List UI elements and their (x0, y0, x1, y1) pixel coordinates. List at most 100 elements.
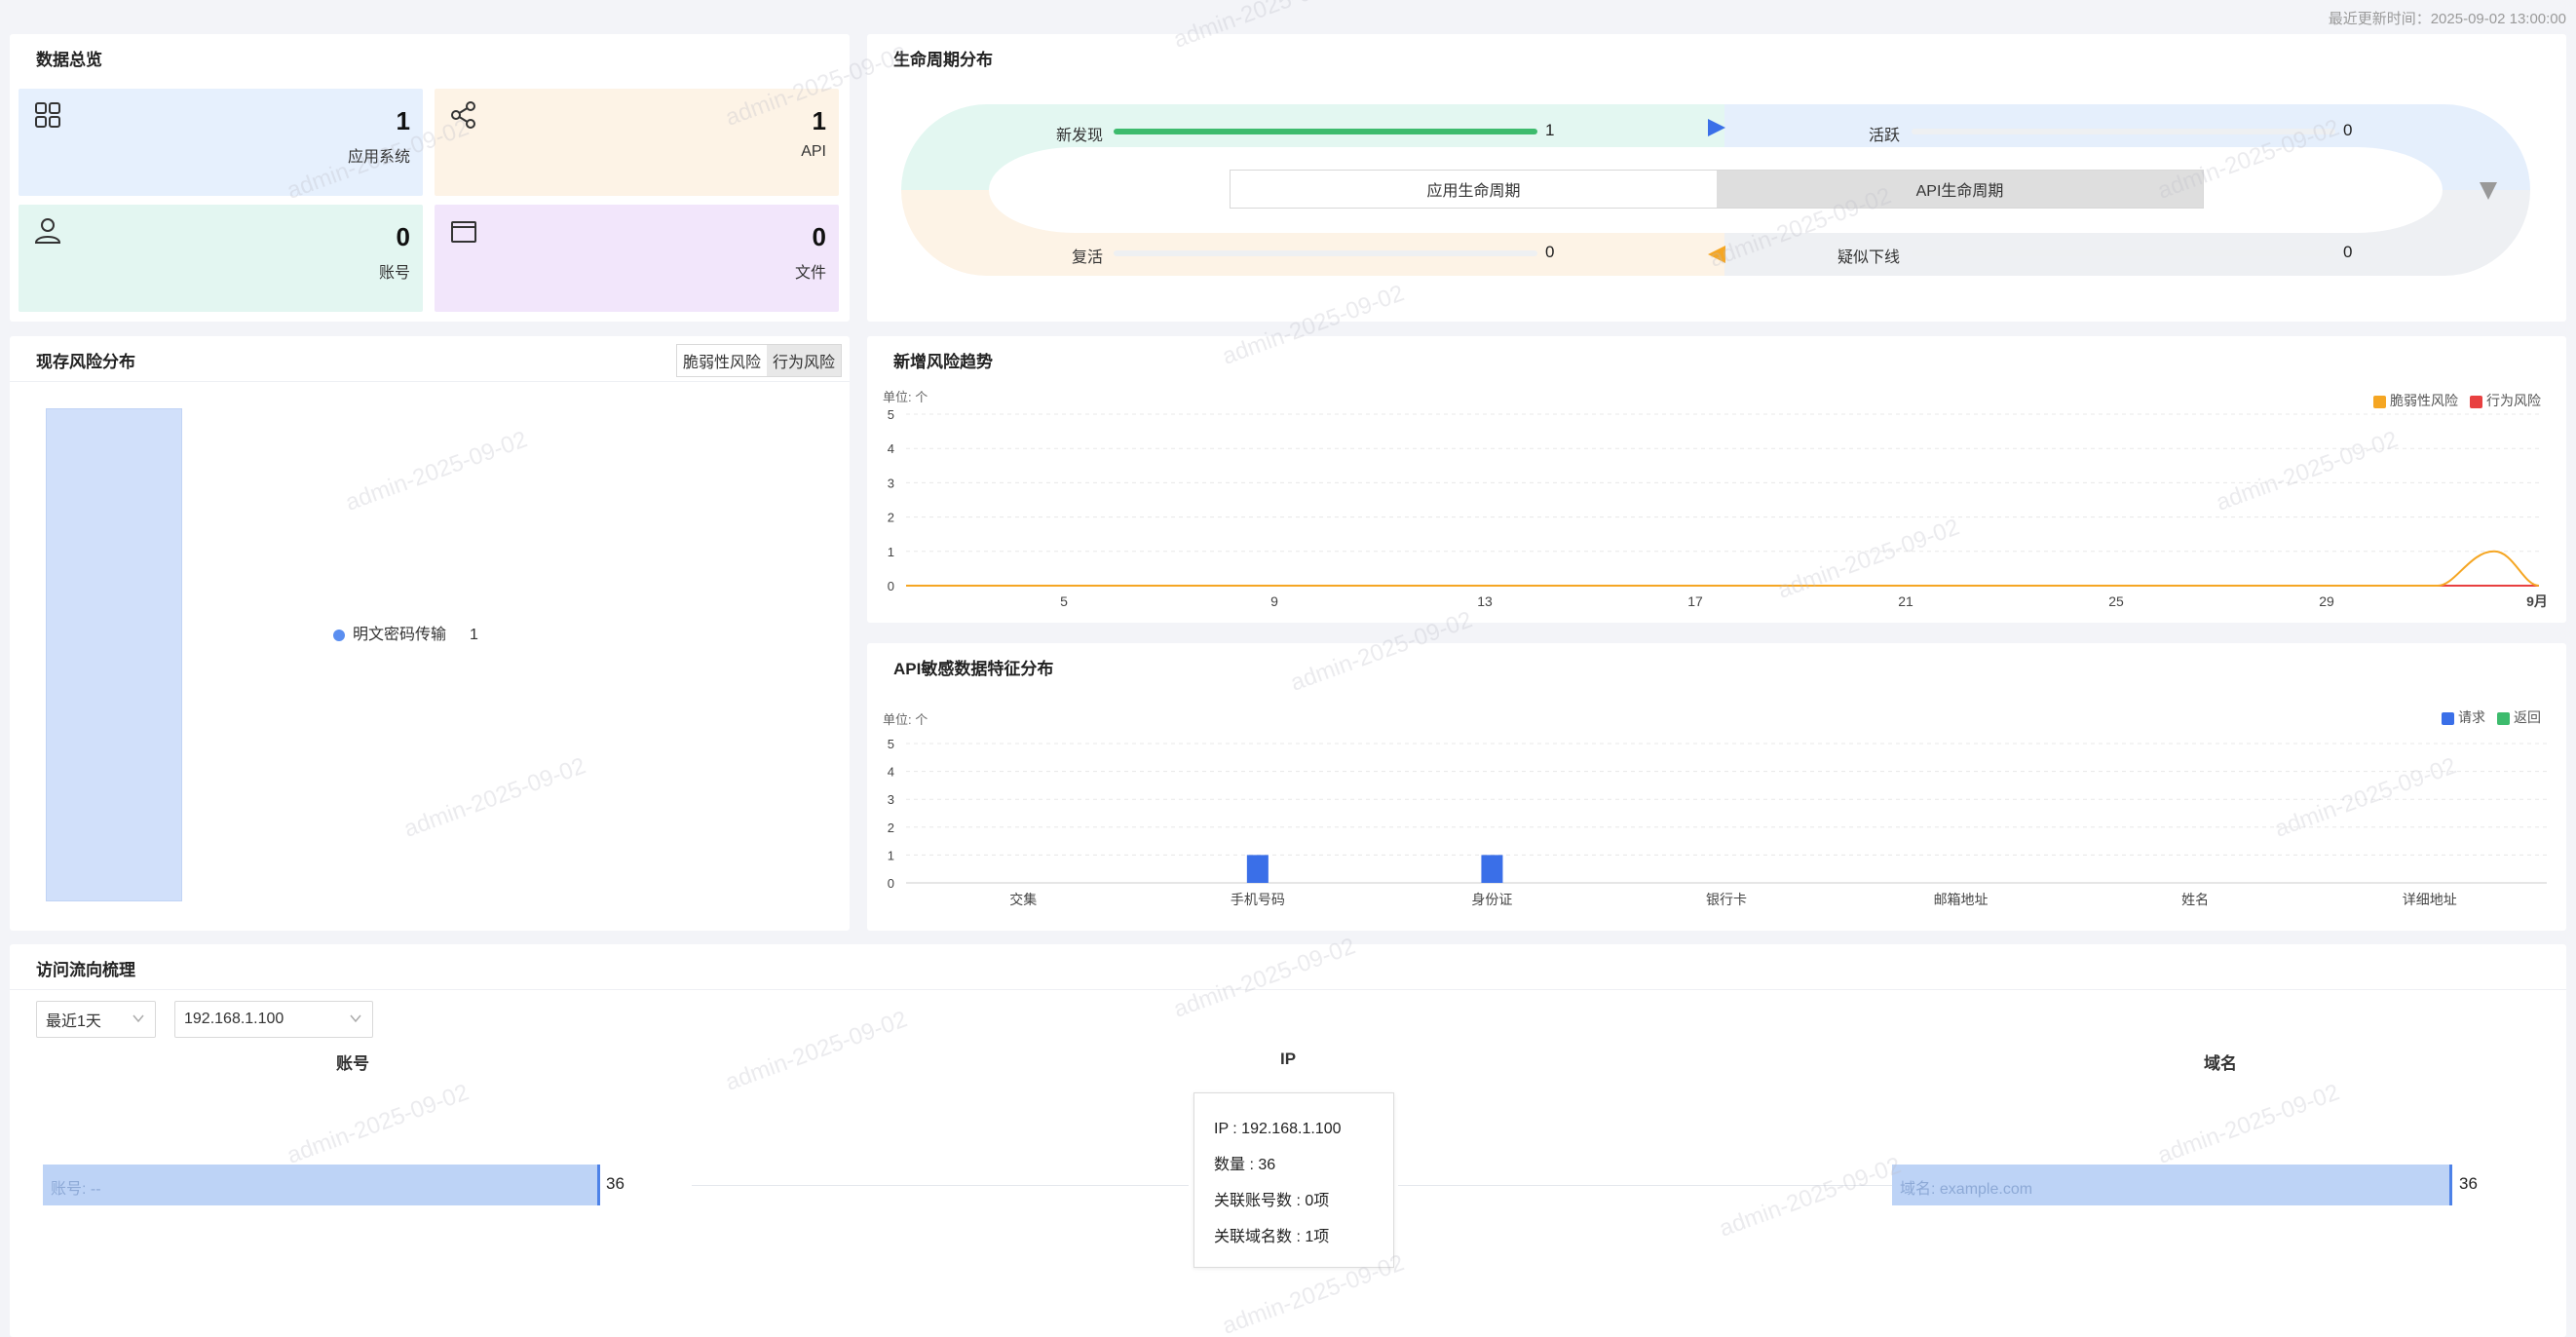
y-tick-label: 4 (888, 441, 894, 456)
y-tick-label: 3 (888, 476, 894, 490)
lifecycle-bar-revived (1114, 250, 1537, 256)
legend-dot (333, 629, 345, 641)
x-tick-label: 邮箱地址 (1934, 892, 1989, 907)
risk-legend-item[interactable]: 明文密码传输 1 (333, 621, 478, 644)
y-tick-label: 1 (888, 545, 894, 559)
x-tick-label: 银行卡 (1706, 892, 1747, 907)
trend-chart: 单位: 个 0 1 2 3 4 5 5 9 13 17 21 25 29 9月 (883, 390, 2548, 609)
lifecycle-label-offline: 疑似下线 (1837, 249, 1901, 266)
overview-label: API (801, 143, 826, 160)
series-line-vulnerability (906, 550, 2540, 587)
x-tick-label: 姓名 (2181, 892, 2209, 907)
risk-type-tabs[interactable]: 脆弱性风险 行为风险 (675, 344, 842, 377)
lifecycle-value-offline: 0 (2343, 243, 2353, 261)
overview-label: 账号 (378, 265, 410, 282)
bar-请求[interactable] (1481, 855, 1503, 883)
y-tick-label: 0 (888, 876, 894, 891)
lifecycle-bar-offline (1912, 250, 2335, 256)
risk-distribution-panel: 现存风险分布 脆弱性风险 行为风险 明文密码传输 1 (10, 336, 850, 931)
y-tick-label: 4 (888, 765, 894, 780)
overview-card-apps[interactable]: 1 应用系统 (19, 89, 423, 196)
time-range-select[interactable]: 最近1天 (36, 1001, 156, 1038)
x-tick-label: 9月 (2526, 593, 2548, 609)
ip-select[interactable]: 192.168.1.100 (174, 1001, 373, 1038)
x-tick-label: 13 (1477, 593, 1493, 609)
sensitive-chart: 单位: 个 0 1 2 3 4 5 交集 手机号码 身份证 银行卡 邮箱地址 姓名 详细地址 (883, 712, 2547, 907)
y-tick-label: 2 (888, 821, 894, 835)
grid-apps-icon (35, 102, 60, 128)
lifecycle-label-active: 活跃 (1869, 128, 1901, 144)
chevron-down-icon (133, 1014, 144, 1023)
lifecycle-value-active: 0 (2343, 121, 2353, 139)
lifecycle-value-revived: 0 (1545, 243, 1555, 261)
account-flow-bar[interactable]: 账号: -- (43, 1165, 600, 1205)
data-overview-panel: 数据总览 1 应用系统 1 API 0 账号 0 文件 (10, 34, 850, 322)
overview-count: 0 (396, 222, 410, 251)
time-range-value: 最近1天 (46, 1013, 101, 1030)
tab-vulnerability-risk[interactable]: 脆弱性风险 (676, 345, 767, 376)
legend-label: 明文密码传输 (353, 627, 447, 643)
arrow-right-icon (1708, 119, 1725, 136)
risk-bar[interactable] (46, 408, 182, 901)
overview-card-api[interactable]: 1 API (435, 89, 839, 196)
x-tick-label: 交集 (1009, 892, 1037, 907)
lifecycle-label-new: 新发现 (1056, 128, 1104, 144)
sensitive-data-panel: API敏感数据特征分布 请求 返回 单位: 个 0 1 2 3 4 5 交集 手机号码 身份证 银行… (867, 643, 2566, 931)
tab-api-lifecycle[interactable]: API生命周期 (1717, 171, 2203, 208)
tooltip-domain-count: 关联域名数 : 1项 (1214, 1229, 1330, 1245)
column-title-ip: IP (1280, 1050, 1297, 1068)
y-unit-label: 单位: 个 (883, 390, 928, 404)
domain-bar-label: 域名: example.com (1900, 1181, 2033, 1198)
tooltip-count: 数量 : 36 (1214, 1157, 1276, 1173)
tab-behavior-risk[interactable]: 行为风险 (766, 345, 841, 376)
tooltip-account-count: 关联账号数 : 0项 (1214, 1193, 1330, 1209)
lifecycle-value-new: 1 (1545, 121, 1555, 139)
ip-tooltip: IP : 192.168.1.100 数量 : 36 关联账号数 : 0项 关联… (1193, 1092, 1394, 1268)
y-unit-label: 单位: 个 (883, 712, 928, 727)
overview-card-files[interactable]: 0 文件 (435, 205, 839, 312)
column-title-account: 账号 (336, 1054, 369, 1073)
risk-trend-panel: 新增风险趋势 脆弱性风险 行为风险 单位: 个 0 1 2 3 4 5 5 9 13 17 21 25 2… (867, 336, 2566, 623)
legend-value: 1 (470, 627, 478, 643)
access-flow-panel: 访问流向梳理 最近1天 192.168.1.100 账号 IP 域名 账号: -… (10, 944, 2566, 1337)
lifecycle-label-revived: 复活 (1072, 249, 1104, 266)
overview-count: 1 (812, 106, 826, 135)
overview-label: 应用系统 (347, 149, 410, 166)
lifecycle-bar-active (1912, 129, 2335, 134)
share-icon (451, 101, 475, 129)
ip-select-value: 192.168.1.100 (184, 1011, 284, 1027)
panel-title: 数据总览 (36, 51, 102, 69)
overview-count: 0 (812, 222, 826, 251)
tooltip-ip: IP : 192.168.1.100 (1214, 1121, 1342, 1137)
y-tick-label: 0 (888, 579, 894, 593)
x-tick-label: 25 (2108, 593, 2124, 609)
domain-flow-bar[interactable]: 域名: example.com (1892, 1165, 2452, 1205)
overview-card-accounts[interactable]: 0 账号 (19, 205, 423, 312)
arrow-down-icon (2480, 182, 2497, 200)
account-bar-label: 账号: -- (51, 1181, 101, 1198)
x-tick-label: 身份证 (1471, 892, 1512, 907)
x-tick-label: 21 (1898, 593, 1913, 609)
lifecycle-bar-new (1114, 129, 1537, 134)
x-tick-label: 29 (2319, 593, 2334, 609)
x-tick-label: 手机号码 (1231, 892, 1285, 907)
panel-title: 访问流向梳理 (36, 961, 135, 979)
last-update-time: 最近更新时间：2025-09-02 13:00:00 (2328, 11, 2566, 27)
overview-count: 1 (396, 106, 410, 135)
y-tick-label: 1 (888, 848, 894, 862)
chevron-down-icon (350, 1014, 361, 1023)
bar-请求[interactable] (1246, 855, 1269, 883)
account-flow-count: 36 (606, 1174, 625, 1193)
lifecycle-panel: 生命周期分布 新发现 1 活跃 0 应用生命周期 API生命周期 复活 0 疑似… (867, 34, 2566, 322)
tab-app-lifecycle[interactable]: 应用生命周期 (1231, 171, 1717, 208)
arrow-left-icon (1708, 246, 1725, 263)
folder-icon (451, 221, 476, 243)
lifecycle-toggle[interactable]: 应用生命周期 API生命周期 (1230, 170, 2204, 209)
y-tick-label: 5 (888, 407, 894, 422)
x-tick-label: 详细地址 (2403, 892, 2457, 907)
user-icon (34, 218, 61, 244)
domain-flow-count: 36 (2459, 1174, 2478, 1193)
y-tick-label: 2 (888, 511, 894, 525)
column-title-domain: 域名 (2204, 1054, 2237, 1073)
y-tick-label: 3 (888, 792, 894, 807)
